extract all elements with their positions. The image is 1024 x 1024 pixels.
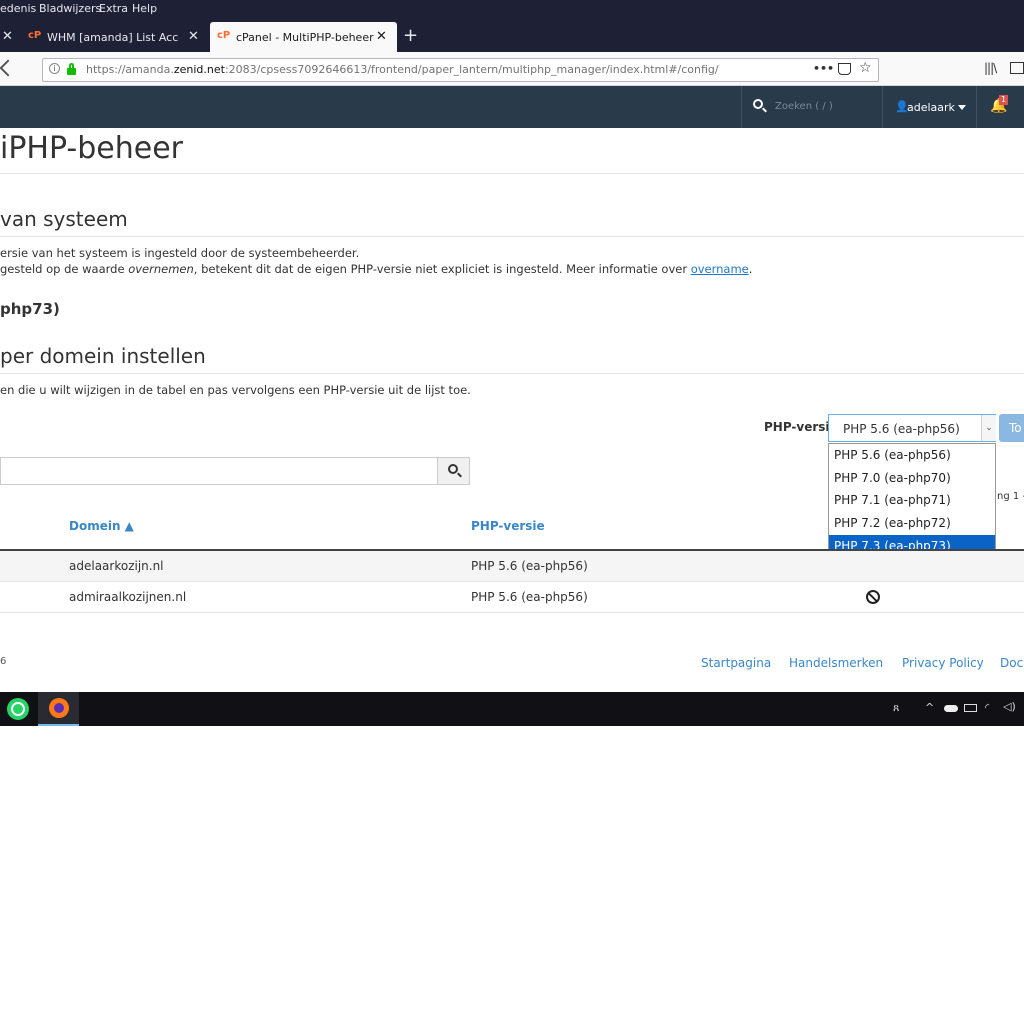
pocket-icon[interactable] [838, 63, 851, 75]
volume-icon[interactable]: ◁) [1003, 700, 1016, 713]
menu-geschiedenis[interactable]: edenis [0, 2, 36, 15]
tab-partial[interactable]: ✕ [0, 22, 20, 52]
header-divider [741, 86, 742, 128]
whatsapp-icon[interactable] [7, 698, 29, 720]
system-info-line2: gesteld op de waarde overnemen, betekent… [0, 262, 753, 276]
overname-link[interactable]: overname [691, 262, 749, 276]
column-header-php-version[interactable]: PHP-versie [471, 519, 545, 533]
sidebar-icon[interactable] [1010, 62, 1024, 74]
tab-title: cPanel - MultiPHP-beheer [236, 31, 374, 44]
battery-icon[interactable] [964, 704, 977, 712]
search-icon-handle [457, 472, 462, 478]
footer-link-startpagina[interactable]: Startpagina [701, 656, 771, 670]
footer-link-documentation[interactable]: Docu [1000, 656, 1024, 670]
header-divider [882, 86, 883, 128]
cpanel-logo-icon: cP [28, 30, 42, 41]
paging-info: ng 1 - [997, 491, 1024, 502]
chevron-up-icon[interactable]: ^ [925, 701, 934, 714]
page-title: iPHP-beheer [0, 131, 184, 166]
table-row[interactable]: admiraalkozijnen.nl PHP 5.6 (ea-php56) [0, 581, 1024, 613]
domain-search-input[interactable] [0, 457, 438, 485]
domain-cell: admiraalkozijnen.nl [69, 590, 187, 604]
system-php-version: php73) [0, 300, 60, 318]
firefox-taskbar-button[interactable] [38, 692, 79, 726]
close-icon[interactable]: ✕ [188, 29, 199, 44]
cpanel-logo-icon: cP [217, 30, 231, 41]
apply-label: To [1009, 421, 1022, 435]
tab-cpanel-multiphp[interactable]: cP cPanel - MultiPHP-beheer ✕ [210, 22, 397, 52]
close-icon[interactable]: ✕ [376, 29, 387, 44]
divider [0, 173, 1024, 174]
browser-tabbar: ✕ cP WHM [amanda] List Accounts ✕ cP cPa… [0, 18, 1024, 52]
php-version-label: PHP-versie [764, 420, 838, 434]
notification-badge: 1 [999, 95, 1008, 105]
prohibited-icon [866, 590, 880, 604]
menu-extra[interactable]: Extra [99, 2, 128, 15]
domains-instruction: en die u wilt wijzigen in de tabel en pa… [0, 383, 471, 397]
menu-help[interactable]: Help [132, 2, 157, 15]
footer-link-handelsmerken[interactable]: Handelsmerken [789, 656, 883, 670]
dropdown-option[interactable]: PHP 5.6 (ea-php56) [829, 444, 995, 467]
select-value: PHP 5.6 (ea-php56) [843, 422, 960, 436]
dropdown-option[interactable]: PHP 7.0 (ea-php70) [829, 467, 995, 490]
menu-bladwijzers[interactable]: Bladwijzers [39, 2, 101, 15]
user-menu[interactable]: adelaark [907, 101, 955, 114]
php-version-select[interactable]: PHP 5.6 (ea-php56) ⌄ [828, 414, 996, 442]
header-search-input[interactable]: Zoeken ( / ) [775, 101, 833, 112]
system-info-line1: ersie van het systeem is ingesteld door … [0, 246, 360, 260]
wifi-icon[interactable]: ◜ [985, 701, 989, 714]
footer-link-privacy-policy[interactable]: Privacy Policy [902, 656, 984, 670]
os-taskbar: ጸ ^ ◜ ◁) [0, 692, 1024, 726]
library-icon[interactable]: |||\ [984, 61, 997, 75]
lock-shackle [69, 63, 74, 70]
php-version-cell: PHP 5.6 (ea-php56) [471, 559, 588, 573]
bookmark-star-icon[interactable]: ☆ [859, 60, 872, 76]
new-tab-icon[interactable]: + [403, 25, 418, 46]
url-text: https://amanda.zenid.net:2083/cpsess7092… [86, 63, 719, 76]
firefox-icon [49, 698, 69, 718]
column-header-domain[interactable]: Domein ▲ [69, 519, 134, 533]
dropdown-option[interactable]: PHP 7.1 (ea-php71) [829, 489, 995, 512]
section-title-domains: per domein instellen [0, 344, 206, 368]
section-title-system: van systeem [0, 207, 128, 231]
version-fragment: 6 [0, 656, 7, 667]
cpanel-header: Zoeken ( / ) 👤 adelaark 🔔 1 [0, 86, 1024, 128]
divider [0, 236, 1024, 237]
tab-whm[interactable]: cP WHM [amanda] List Accounts ✕ [22, 22, 208, 52]
search-button[interactable] [437, 457, 470, 485]
people-icon[interactable]: ጸ [893, 701, 899, 715]
php-version-cell: PHP 5.6 (ea-php56) [471, 590, 588, 604]
back-icon[interactable] [0, 59, 17, 77]
tab-title: WHM [amanda] List Accounts [47, 31, 179, 44]
page-actions-icon[interactable]: ••• [813, 62, 834, 75]
browser-menubar: edenis Bladwijzers Extra Help [0, 0, 1024, 18]
close-icon[interactable]: ✕ [2, 29, 13, 44]
info-icon[interactable]: i [49, 63, 60, 74]
search-icon-handle [762, 107, 767, 113]
dropdown-option[interactable]: PHP 7.2 (ea-php72) [829, 512, 995, 535]
browser-navbar: i https://amanda.zenid.net:2083/cpsess70… [0, 52, 1024, 86]
domain-cell: adelaarkozijn.nl [69, 559, 164, 573]
table-row[interactable]: adelaarkozijn.nl PHP 5.6 (ea-php56) [0, 549, 1024, 581]
divider [0, 373, 1024, 374]
chevron-down-icon[interactable]: ⌄ [981, 415, 996, 441]
onedrive-icon[interactable] [944, 705, 958, 712]
caret-down-icon [958, 105, 966, 110]
url-bar[interactable]: i https://amanda.zenid.net:2083/cpsess70… [42, 58, 879, 82]
header-divider [976, 86, 977, 128]
apply-button[interactable]: To [999, 414, 1024, 442]
